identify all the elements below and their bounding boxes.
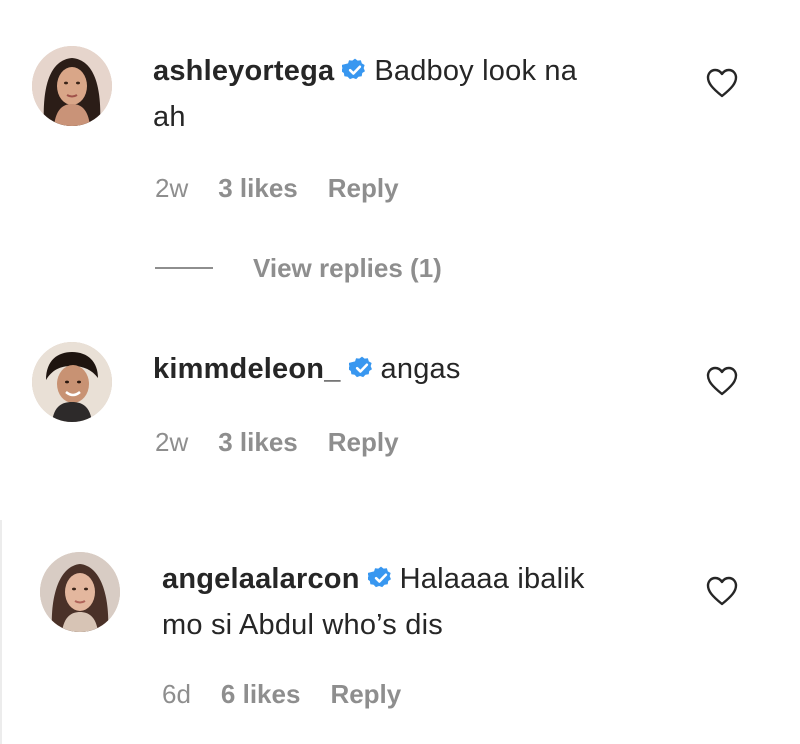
heart-outline-icon[interactable] — [706, 366, 738, 396]
comment-body: kimmdeleon_ angas — [153, 346, 673, 392]
verified-badge-icon — [367, 565, 394, 591]
avatar-image — [32, 46, 112, 126]
likes-count[interactable]: 3 likes — [218, 427, 298, 458]
view-replies-label: View replies (1) — [253, 252, 442, 283]
comment-meta: 2w 3 likes Reply — [155, 424, 399, 460]
reply-button[interactable]: Reply — [328, 427, 399, 458]
likes-count[interactable]: 6 likes — [221, 679, 301, 710]
likes-count[interactable]: 3 likes — [218, 173, 298, 204]
username-link[interactable]: angelaalarcon — [162, 563, 360, 595]
comment-time[interactable]: 2w — [155, 173, 188, 204]
comment-text: angas — [380, 353, 461, 385]
heart-outline-icon[interactable] — [706, 576, 738, 606]
comment-item: kimmdeleon_ angas 2w 3 likes Reply — [0, 300, 800, 500]
comment-meta: 6d 6 likes Reply — [162, 676, 401, 712]
avatar[interactable] — [40, 552, 120, 632]
verified-badge-icon — [342, 57, 368, 83]
comment-body: angelaalarcon Halaaaa ibalik mo si Abdul … — [162, 556, 682, 648]
comment-meta: 2w 3 likes Reply — [155, 170, 399, 206]
reply-button[interactable]: Reply — [328, 173, 399, 204]
replies-divider — [155, 267, 213, 269]
username-link[interactable]: kimmdeleon_ — [153, 353, 341, 385]
comment-time[interactable]: 2w — [155, 427, 188, 458]
avatar-image — [32, 342, 112, 422]
comment-text: Badboy look na — [374, 55, 578, 87]
avatar[interactable] — [32, 342, 112, 422]
view-replies-button[interactable]: View replies (1) — [155, 250, 442, 286]
avatar-image — [40, 552, 120, 632]
comments-panel: ashleyortega Badboy look na ah 2w 3 likes… — [0, 0, 800, 744]
comment-time[interactable]: 6d — [162, 679, 191, 710]
avatar[interactable] — [32, 46, 112, 126]
heart-outline-icon[interactable] — [706, 68, 738, 98]
comment-text-continued: ah — [153, 101, 186, 133]
verified-badge-icon — [348, 355, 375, 381]
comment-body: ashleyortega Badboy look na ah — [153, 48, 673, 140]
comment-item: angelaalarcon Halaaaa ibalik mo si Abdul … — [0, 520, 800, 744]
comment-text-continued: mo si Abdul who’s dis — [162, 609, 443, 641]
reply-button[interactable]: Reply — [330, 679, 401, 710]
comment-text: Halaaaa ibalik — [399, 563, 585, 595]
comment-item: ashleyortega Badboy look na ah 2w 3 likes… — [0, 0, 800, 300]
username-link[interactable]: ashleyortega — [153, 55, 334, 87]
